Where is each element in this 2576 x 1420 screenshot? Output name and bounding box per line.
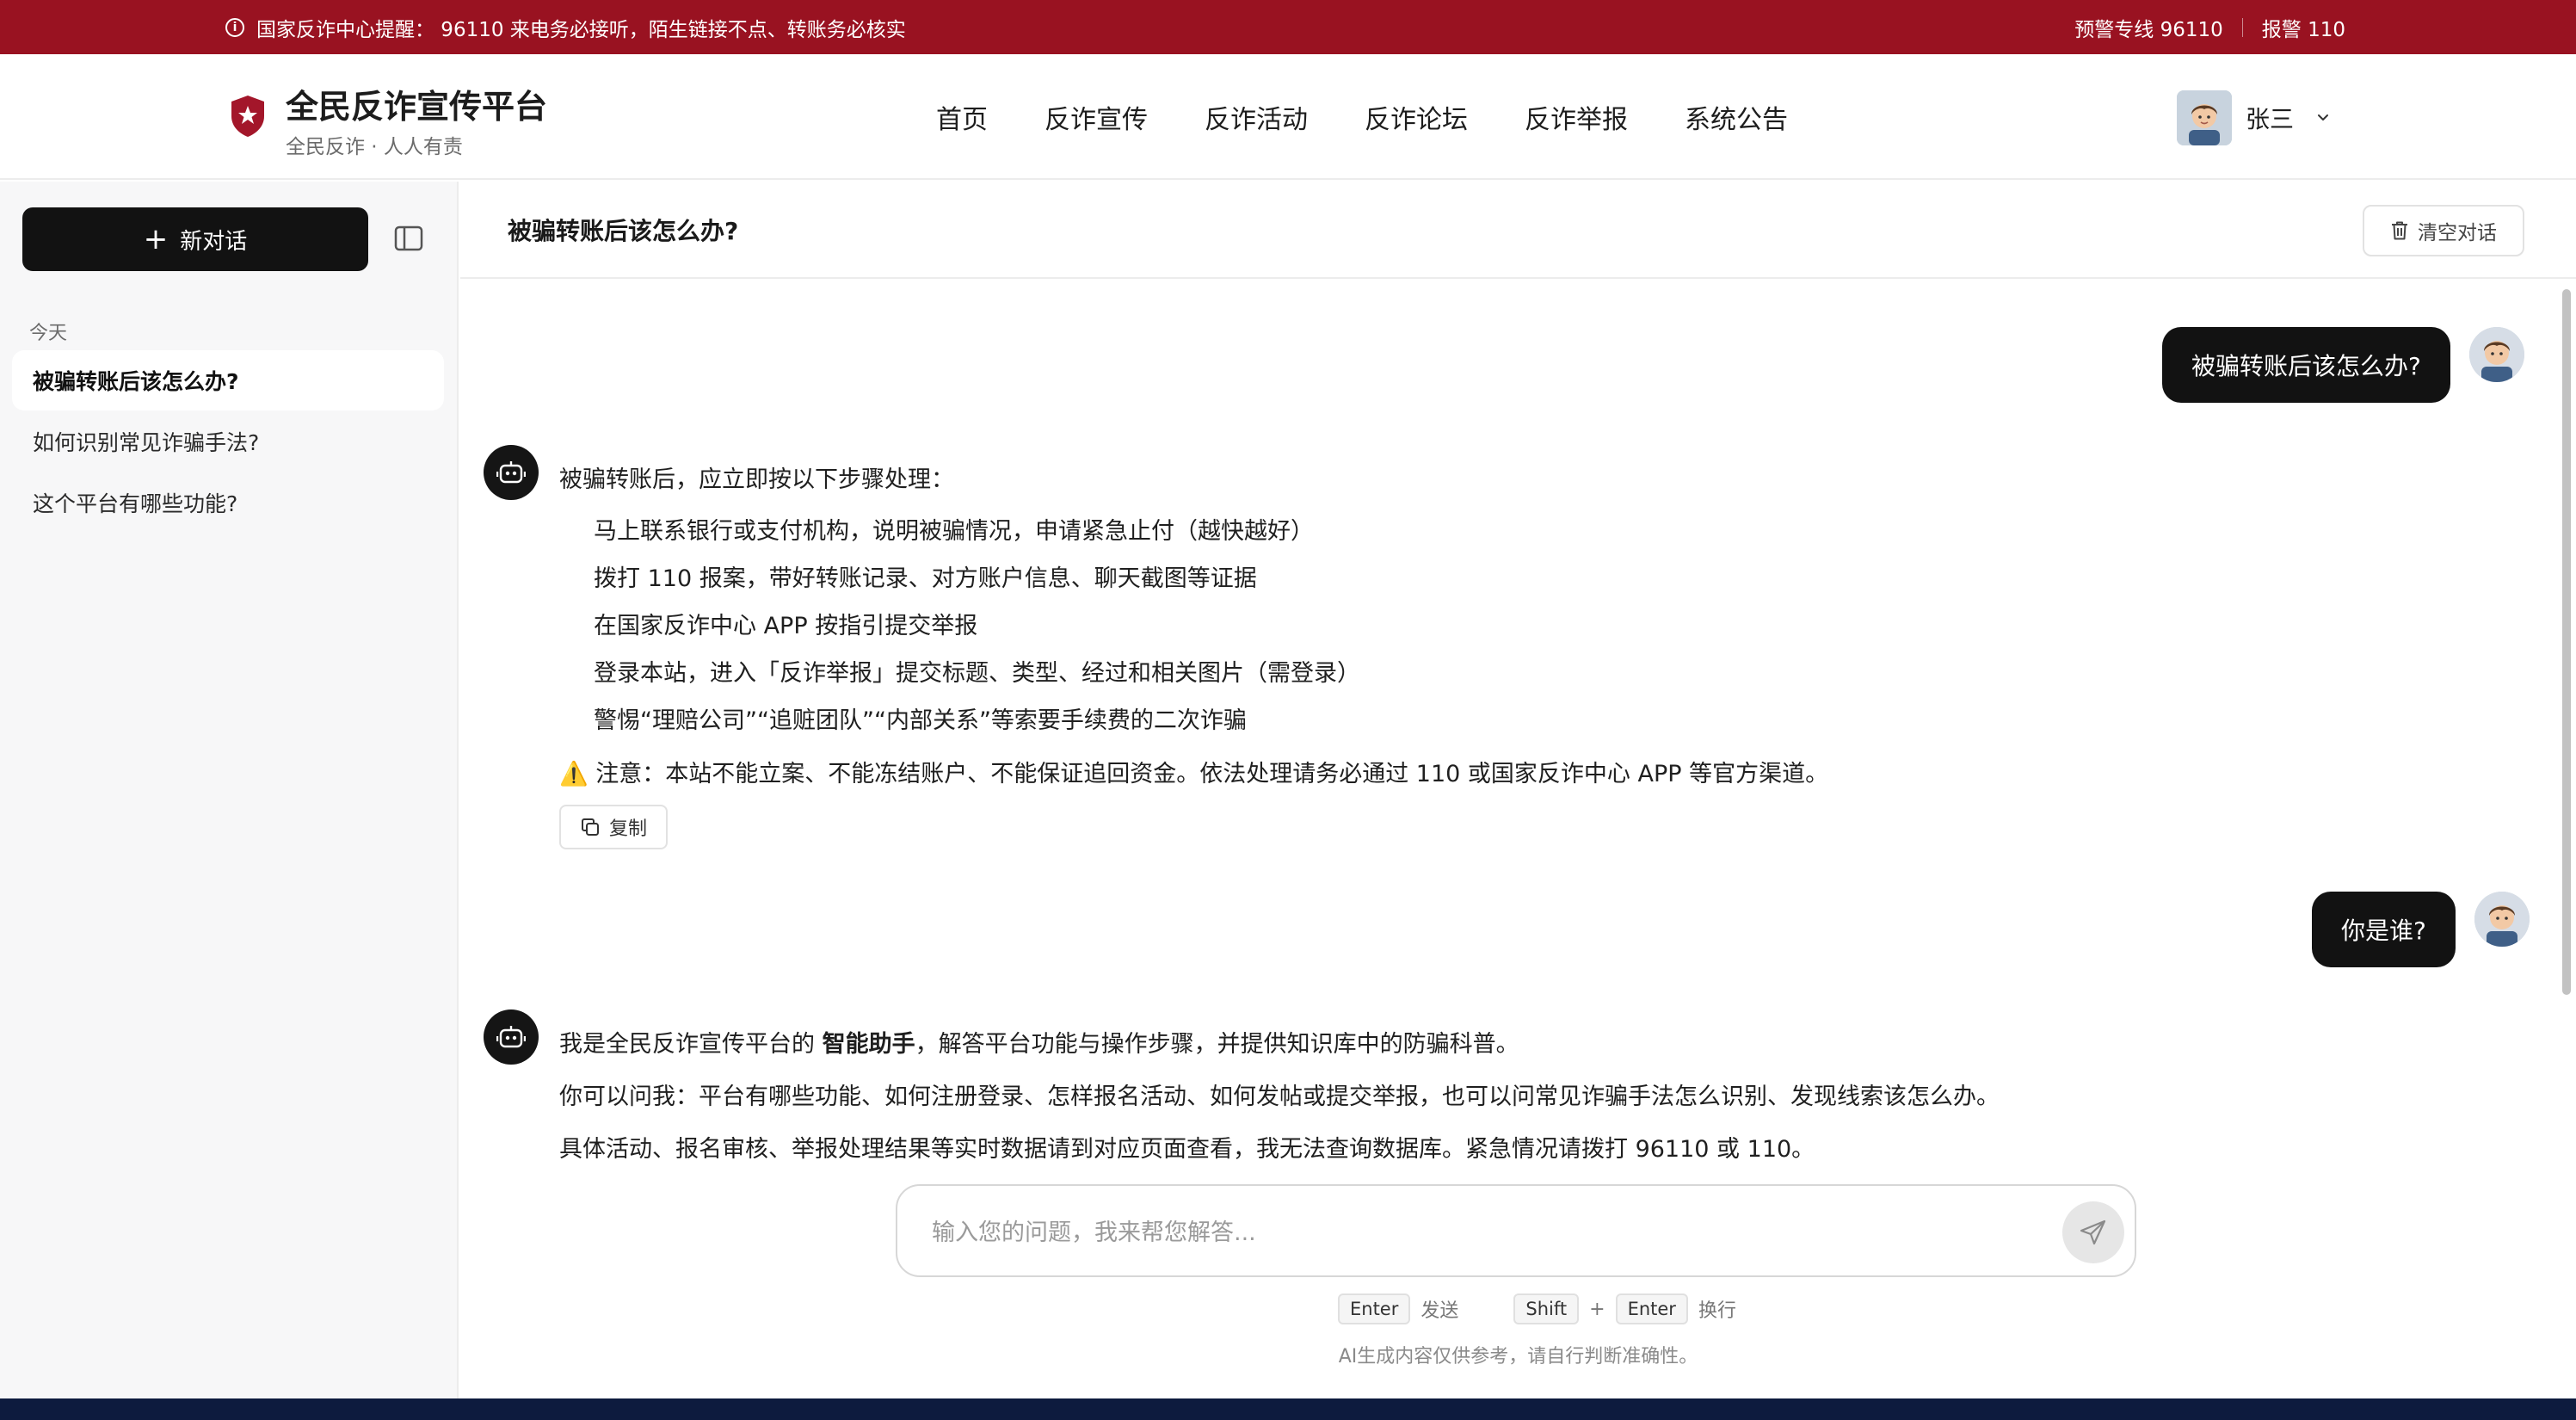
brand-subtitle: 全民反诈 · 人人有责 [286,136,463,158]
chat-sidebar: + 新对话 今天 被骗转账后该怎么办? 如何识别常见诈骗手法? 这个平台有哪些功… [0,182,459,1398]
answer-line: 我是全民反诈宣传平台的 智能助手，解答平台功能与操作步骤，并提供知识库中的防骗科… [559,1025,1519,1059]
answer-bold: 智能助手 [822,1031,915,1058]
answer-text: 我是全民反诈宣传平台的 [559,1031,823,1058]
answer-step: 拨打 110 报案，带好转账记录、对方账户信息、聊天截图等证据 [594,565,1257,592]
divider [2241,17,2243,37]
ai-disclaimer: AI生成内容仅供参考，请自行判断准确性。 [1338,1346,1698,1368]
history-item[interactable]: 被骗转账后该怎么办? [12,350,444,411]
hint-newline: 换行 [1698,1300,1736,1322]
answer-line: 你可以问我：平台有哪些功能、如何注册登录、怎样报名活动、如何发帖或提交举报，也可… [559,1084,2000,1110]
avatar [2176,90,2232,145]
copy-icon [581,818,599,836]
brand-text: 全民反诈宣传平台 全民反诈 · 人人有责 [286,87,547,159]
user-avatar-image [2474,892,2530,947]
alert-message: 国家反诈中心提醒： 96110 来电务必接听，陌生链接不点、转账务必核实 [256,18,906,41]
answer-warning: ⚠️ 注意：本站不能立案、不能冻结账户、不能保证追回资金。依法处理请务必通过 1… [559,755,1828,788]
chat-main: 被骗转账后该怎么办? 清空对话 被骗转账后该怎么办? 被骗转账后，应立即按以下步… [460,182,2576,1398]
kbd-shift: Shift [1513,1293,1580,1324]
scrollbar-thumb[interactable] [2562,289,2571,995]
keyboard-hints: Enter 发送 Shift + Enter 换行 [1338,1293,1736,1324]
chat-input[interactable] [932,1215,1999,1250]
alert-bar: i 国家反诈中心提醒： 96110 来电务必接听，陌生链接不点、转账务必核实 预… [0,0,2576,54]
sidebar-panel-icon[interactable] [394,225,423,252]
user-avatar [2474,892,2530,947]
brand-title: 全民反诈宣传平台 [286,88,548,126]
nav-activities[interactable]: 反诈活动 [1205,98,1308,136]
shield-star-icon [231,96,264,137]
composer [896,1184,2136,1277]
new-chat-label: 新对话 [180,228,248,255]
user-name: 张三 [2245,105,2294,133]
hint-send: 发送 [1420,1300,1459,1322]
history-item[interactable]: 这个平台有哪些功能? [12,472,444,533]
avatar-image [2176,90,2232,145]
nav-forum[interactable]: 反诈论坛 [1365,98,1468,136]
police-text: 报警 110 [2261,18,2345,41]
user-menu[interactable]: 张三 [2176,90,2330,145]
kbd-enter: Enter [1615,1293,1688,1324]
chat-header: 被骗转账后该怎么办? 清空对话 [460,182,2576,279]
hotline-text: 预警专线 96110 [2074,18,2223,41]
info-circle-icon: i [225,17,244,37]
brand[interactable]: 全民反诈宣传平台 全民反诈 · 人人有责 [229,87,547,159]
clear-chat-button[interactable]: 清空对话 [2363,205,2524,256]
nav-home[interactable]: 首页 [936,98,988,136]
warning-icon: ⚠️ [559,761,589,787]
answer-text: ，解答平台功能与操作步骤，并提供知识库中的防骗科普。 [915,1031,1519,1058]
answer-step: 登录本站，进入「反诈举报」提交标题、类型、经过和相关图片（需登录） [594,660,1360,687]
scrollbar[interactable] [2562,279,2571,1380]
warning-text: 注意：本站不能立案、不能冻结账户、不能保证追回资金。依法处理请务必通过 110 … [595,761,1829,787]
history-section-label: 今天 [29,323,68,344]
answer-intro: 被骗转账后，应立即按以下步骤处理： [559,466,954,493]
robot-icon [484,445,539,500]
nav-report[interactable]: 反诈举报 [1525,98,1628,136]
new-chat-button[interactable]: + 新对话 [22,207,368,271]
answer-step: 马上联系银行或支付机构，说明被骗情况，申请紧急止付（越快越好） [594,518,1314,545]
copy-label: 复制 [608,818,647,840]
trash-icon [2392,221,2407,240]
nav-publicity[interactable]: 反诈宣传 [1045,98,1148,136]
kbd-enter: Enter [1338,1293,1411,1324]
clear-chat-label: 清空对话 [2418,222,2497,244]
nav-announcements[interactable]: 系统公告 [1685,98,1788,136]
robot-icon [484,1009,539,1065]
user-bubble: 被骗转账后该怎么办? [2162,327,2450,403]
hint-plus: + [1589,1298,1605,1320]
site-header: 全民反诈宣传平台 全民反诈 · 人人有责 首页 反诈宣传 反诈活动 反诈论坛 反… [0,54,2576,180]
send-icon [2080,1219,2106,1245]
user-message: 你是谁? [2312,892,2530,967]
answer-line: 具体活动、报名审核、举报处理结果等实时数据请到对应页面查看，我无法查询数据库。紧… [559,1136,1815,1163]
alert-left: i 国家反诈中心提醒： 96110 来电务必接听，陌生链接不点、转账务必核实 [225,0,906,54]
answer-step: 警惕“理赔公司”“追赃团队”“内部关系”等索要手续费的二次诈骗 [594,707,1247,734]
main-nav: 首页 反诈宣传 反诈活动 反诈论坛 反诈举报 系统公告 [936,54,1788,180]
user-avatar [2468,327,2524,382]
chat-title: 被骗转账后该怎么办? [508,217,739,245]
user-message: 被骗转账后该怎么办? [2162,327,2524,403]
send-button[interactable] [2062,1201,2124,1263]
answer-step: 在国家反诈中心 APP 按指引提交举报 [594,613,978,639]
user-bubble: 你是谁? [2312,892,2456,967]
bottom-bar [0,1398,2576,1420]
alert-right: 预警专线 96110 报警 110 [2074,0,2345,54]
user-avatar-image [2468,327,2524,382]
chevron-down-icon [2318,114,2328,120]
plus-icon: + [143,222,169,256]
copy-button[interactable]: 复制 [559,805,668,849]
history-item[interactable]: 如何识别常见诈骗手法? [12,411,444,472]
